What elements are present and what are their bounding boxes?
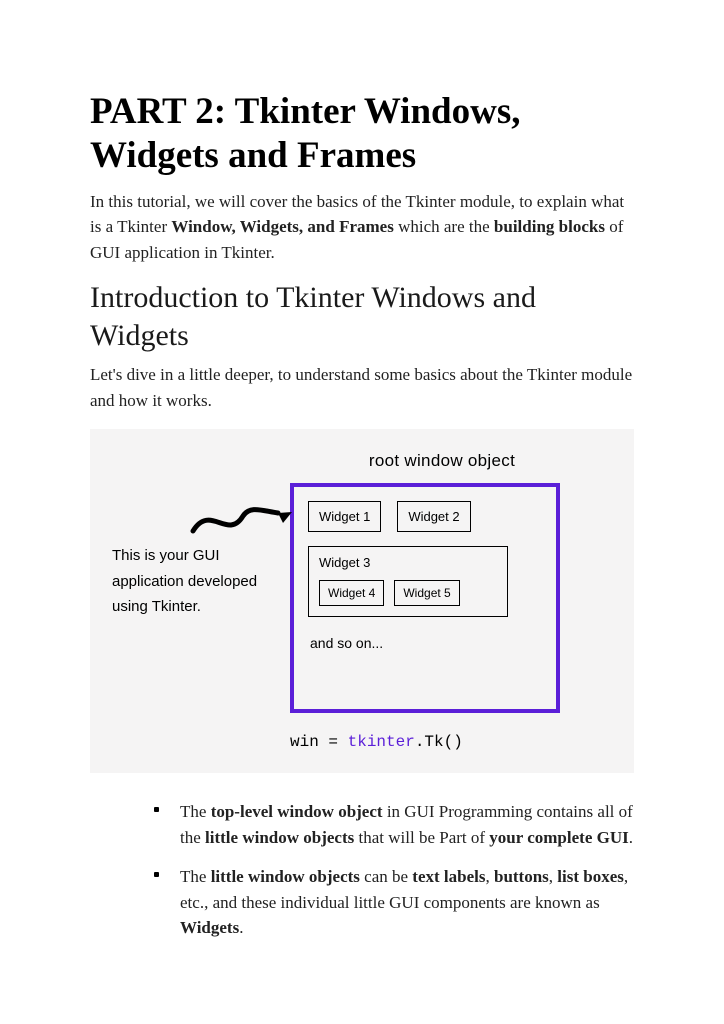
diagram-caption: This is your GUI application developed u… [108, 483, 262, 620]
widget-1: Widget 1 [308, 501, 381, 532]
text: , [485, 867, 494, 886]
bold: your complete GUI [489, 828, 628, 847]
bullet-list: The top-level window object in GUI Progr… [154, 799, 634, 941]
document-page: PART 2: Tkinter Windows, Widgets and Fra… [0, 0, 724, 1024]
intro-paragraph: In this tutorial, we will cover the basi… [90, 189, 634, 266]
and-so-on-text: and so on... [310, 635, 542, 651]
arrow-icon [188, 491, 298, 541]
widget-2: Widget 2 [397, 501, 470, 532]
bold: buttons [494, 867, 549, 886]
bold: Widgets [180, 918, 239, 937]
code-plain: win = [290, 733, 348, 751]
diagram-body: This is your GUI application developed u… [108, 483, 616, 713]
diagram-title: root window object [268, 451, 616, 471]
bold: top-level window object [211, 802, 383, 821]
widget-3-label: Widget 3 [319, 555, 370, 570]
code-line: win = tkinter.Tk() [290, 733, 616, 751]
code-tail: .Tk() [415, 733, 463, 751]
bold: little window objects [211, 867, 360, 886]
diagram-figure: root window object This is your GUI appl… [90, 429, 634, 773]
text: . [629, 828, 633, 847]
lead-paragraph: Let's dive in a little deeper, to unders… [90, 362, 634, 413]
intro-bold-2: building blocks [494, 217, 605, 236]
widget-5: Widget 5 [394, 580, 459, 606]
page-title: PART 2: Tkinter Windows, Widgets and Fra… [90, 90, 634, 179]
text: can be [360, 867, 412, 886]
list-item: The little window objects can be text la… [154, 864, 634, 941]
bold: little window objects [205, 828, 354, 847]
section-heading: Introduction to Tkinter Windows and Widg… [90, 279, 634, 354]
bold: list boxes [557, 867, 624, 886]
intro-bold-1: Window, Widgets, and Frames [171, 217, 393, 236]
text: The [180, 867, 211, 886]
root-window-box: Widget 1 Widget 2 Widget 3 Widget 4 Widg… [290, 483, 560, 713]
widget-4: Widget 4 [319, 580, 384, 606]
code-highlight: tkinter [348, 733, 415, 751]
text: . [239, 918, 243, 937]
nested-widget-row: Widget 4 Widget 5 [319, 580, 497, 606]
intro-text: which are the [394, 217, 494, 236]
widget-row-1: Widget 1 Widget 2 [308, 501, 542, 532]
diagram-caption-text: This is your GUI application developed u… [112, 547, 257, 615]
text: that will be Part of [354, 828, 489, 847]
widget-3-container: Widget 3 Widget 4 Widget 5 [308, 546, 508, 617]
list-item: The top-level window object in GUI Progr… [154, 799, 634, 850]
bold: text labels [412, 867, 485, 886]
text: The [180, 802, 211, 821]
